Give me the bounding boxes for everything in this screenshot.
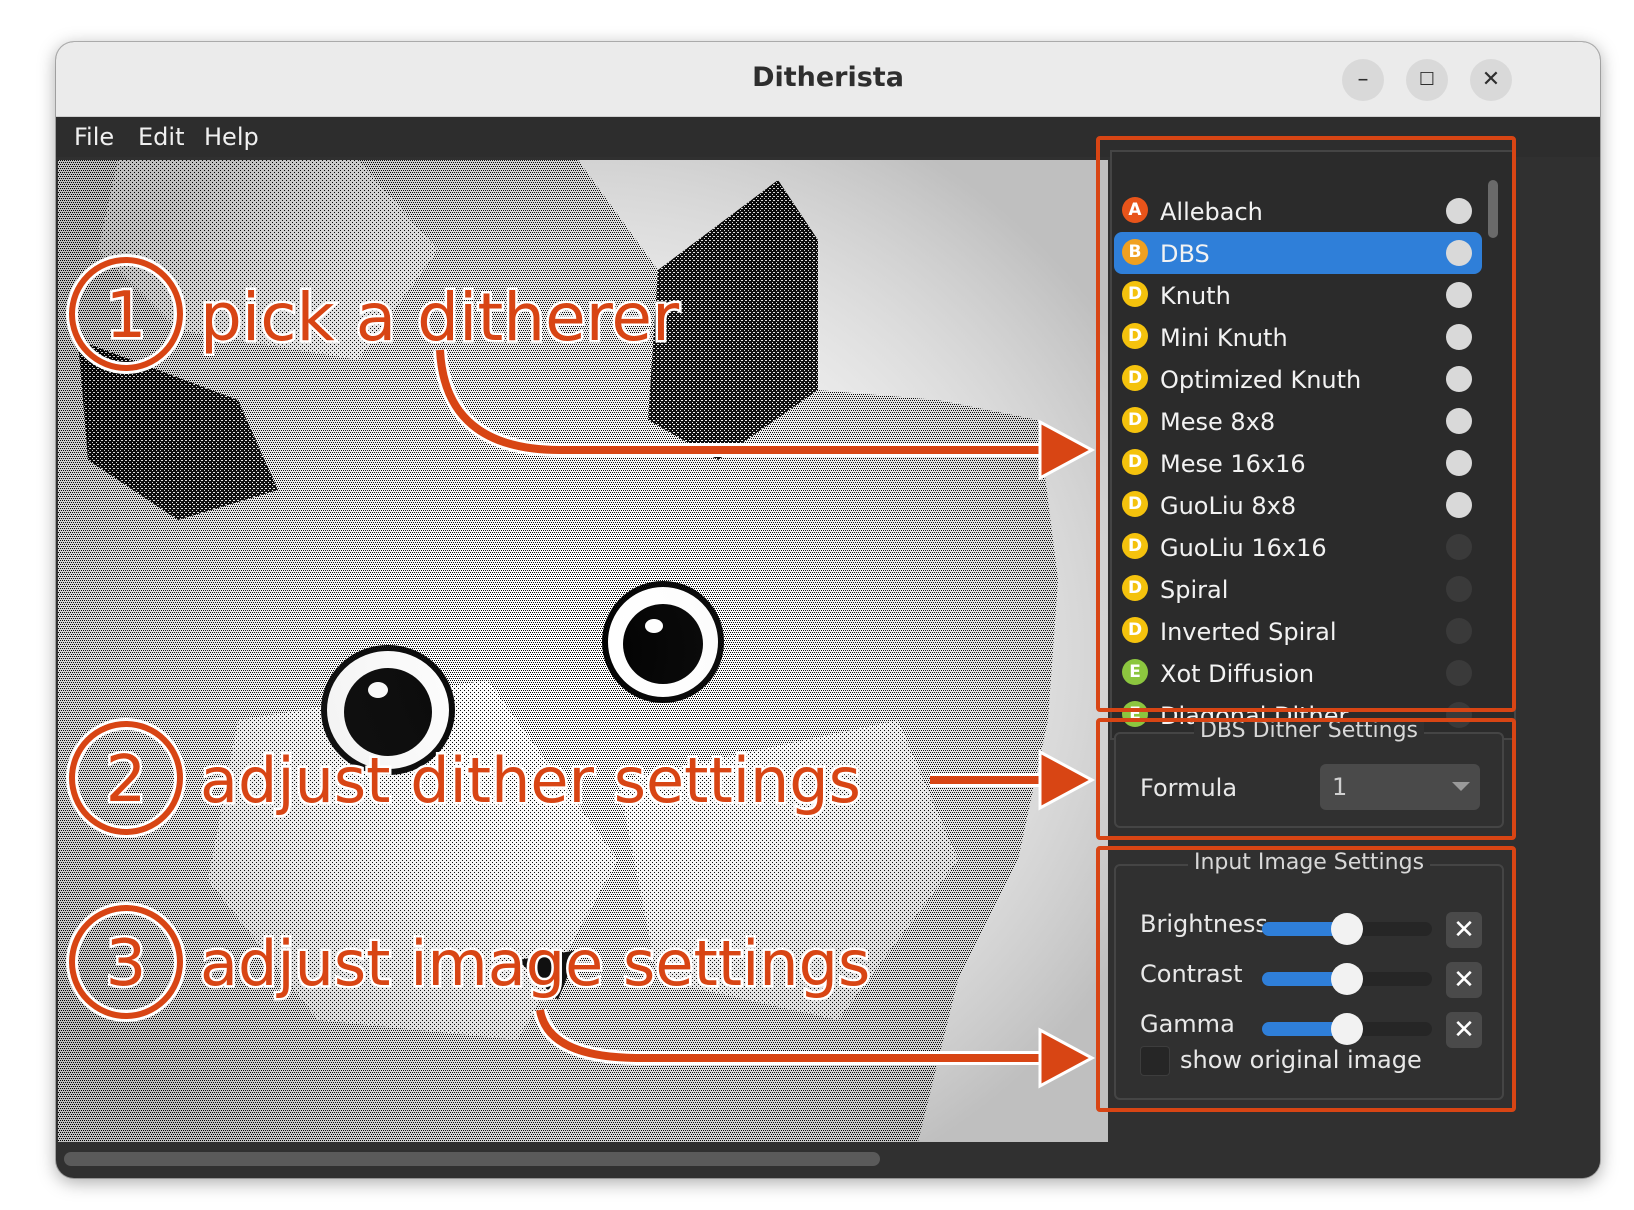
ditherer-item[interactable]: D Mese 8x8 bbox=[1114, 400, 1482, 442]
minimize-button[interactable]: – bbox=[1342, 59, 1384, 101]
ditherer-item[interactable]: E Xot Diffusion bbox=[1114, 652, 1482, 694]
ditherer-label: Mese 16x16 bbox=[1160, 450, 1306, 478]
show-original-label: show original image bbox=[1180, 1046, 1422, 1074]
formula-select[interactable]: 1 bbox=[1320, 764, 1480, 810]
ditherer-item[interactable]: D Mese 16x16 bbox=[1114, 442, 1482, 484]
slider-handle[interactable] bbox=[1331, 963, 1363, 995]
status-dot-icon bbox=[1446, 324, 1472, 350]
ditherer-item[interactable]: D Knuth bbox=[1114, 274, 1482, 316]
ditherer-label: Allebach bbox=[1160, 198, 1263, 226]
ditherer-item[interactable]: D Optimized Knuth bbox=[1114, 358, 1482, 400]
image-horizontal-scrollbar[interactable] bbox=[64, 1152, 880, 1166]
slider-handle[interactable] bbox=[1331, 913, 1363, 945]
close-button[interactable]: ✕ bbox=[1470, 59, 1512, 101]
ditherer-label: Optimized Knuth bbox=[1160, 366, 1362, 394]
menu-file[interactable]: File bbox=[74, 123, 114, 151]
ditherer-category-icon: D bbox=[1122, 449, 1148, 475]
image-settings-group: Input Image Settings Brightness ✕ Contrast… bbox=[1114, 850, 1504, 1100]
dithered-image-preview[interactable] bbox=[58, 160, 1108, 1142]
slider-label: Contrast bbox=[1140, 960, 1243, 988]
status-dot-icon bbox=[1446, 618, 1472, 644]
menu-edit[interactable]: Edit bbox=[138, 123, 184, 151]
ditherer-category-icon: D bbox=[1122, 365, 1148, 391]
app-window: Ditherista – ☐ ✕ File Edit Help A Alleba… bbox=[56, 42, 1600, 1178]
maximize-button[interactable]: ☐ bbox=[1406, 59, 1448, 101]
ditherer-label: Knuth bbox=[1160, 282, 1231, 310]
formula-value: 1 bbox=[1332, 773, 1348, 801]
ditherer-label: Mese 8x8 bbox=[1160, 408, 1276, 436]
image-settings-title: Input Image Settings bbox=[1187, 850, 1431, 875]
ditherer-item[interactable]: D Inverted Spiral bbox=[1114, 610, 1482, 652]
cat-image bbox=[58, 160, 1108, 1142]
ditherer-label: Spiral bbox=[1160, 576, 1229, 604]
ditherer-item[interactable]: D Spiral bbox=[1114, 568, 1482, 610]
ditherer-item[interactable]: D GuoLiu 16x16 bbox=[1114, 526, 1482, 568]
slider-label: Brightness bbox=[1140, 910, 1268, 938]
ditherer-label: Mini Knuth bbox=[1160, 324, 1288, 352]
ditherer-label: GuoLiu 16x16 bbox=[1160, 534, 1327, 562]
status-dot-icon bbox=[1446, 576, 1472, 602]
status-dot-icon bbox=[1446, 366, 1472, 392]
ditherer-item[interactable]: D Mini Knuth bbox=[1114, 316, 1482, 358]
status-dot-icon bbox=[1446, 282, 1472, 308]
reset-close-icon[interactable]: ✕ bbox=[1446, 912, 1482, 948]
ditherer-label: DBS bbox=[1160, 240, 1210, 268]
ditherer-list-scrollbar[interactable] bbox=[1488, 180, 1498, 238]
slider[interactable] bbox=[1262, 1013, 1432, 1045]
status-dot-icon bbox=[1446, 198, 1472, 224]
menu-help[interactable]: Help bbox=[204, 123, 259, 151]
ditherer-list[interactable]: A Allebach B DBS D Knuth D Mini Knuth D Optimized… bbox=[1110, 150, 1516, 740]
ditherer-label: Xot Diffusion bbox=[1160, 660, 1315, 688]
dither-settings-title: DBS Dither Settings bbox=[1193, 718, 1425, 743]
status-dot-icon bbox=[1446, 408, 1472, 434]
status-dot-icon bbox=[1446, 450, 1472, 476]
dither-settings-group: DBS Dither Settings Formula 1 bbox=[1114, 718, 1504, 828]
ditherer-item[interactable]: D GuoLiu 8x8 bbox=[1114, 484, 1482, 526]
slider[interactable] bbox=[1262, 963, 1432, 995]
slider-label: Gamma bbox=[1140, 1010, 1235, 1038]
ditherer-category-icon: A bbox=[1122, 197, 1148, 223]
ditherer-category-icon: B bbox=[1122, 239, 1148, 265]
status-dot-icon bbox=[1446, 240, 1472, 266]
ditherer-item[interactable]: A Allebach bbox=[1114, 190, 1482, 232]
show-original-checkbox[interactable] bbox=[1140, 1046, 1170, 1076]
status-dot-icon bbox=[1446, 660, 1472, 686]
chevron-down-icon bbox=[1452, 782, 1470, 791]
formula-label: Formula bbox=[1140, 774, 1238, 802]
reset-close-icon[interactable]: ✕ bbox=[1446, 962, 1482, 998]
ditherer-category-icon: D bbox=[1122, 617, 1148, 643]
ditherer-category-icon: D bbox=[1122, 323, 1148, 349]
ditherer-category-icon: D bbox=[1122, 533, 1148, 559]
ditherer-label: Inverted Spiral bbox=[1160, 618, 1337, 646]
slider[interactable] bbox=[1262, 913, 1432, 945]
ditherer-category-icon: D bbox=[1122, 491, 1148, 517]
slider-handle[interactable] bbox=[1331, 1013, 1363, 1045]
ditherer-category-icon: E bbox=[1122, 659, 1148, 685]
status-dot-icon bbox=[1446, 534, 1472, 560]
ditherer-category-icon: D bbox=[1122, 407, 1148, 433]
ditherer-category-icon: D bbox=[1122, 281, 1148, 307]
ditherer-category-icon: D bbox=[1122, 575, 1148, 601]
title-bar: Ditherista – ☐ ✕ bbox=[56, 42, 1600, 117]
ditherer-item[interactable]: B DBS bbox=[1114, 232, 1482, 274]
status-dot-icon bbox=[1446, 492, 1472, 518]
ditherer-label: GuoLiu 8x8 bbox=[1160, 492, 1297, 520]
reset-close-icon[interactable]: ✕ bbox=[1446, 1012, 1482, 1048]
